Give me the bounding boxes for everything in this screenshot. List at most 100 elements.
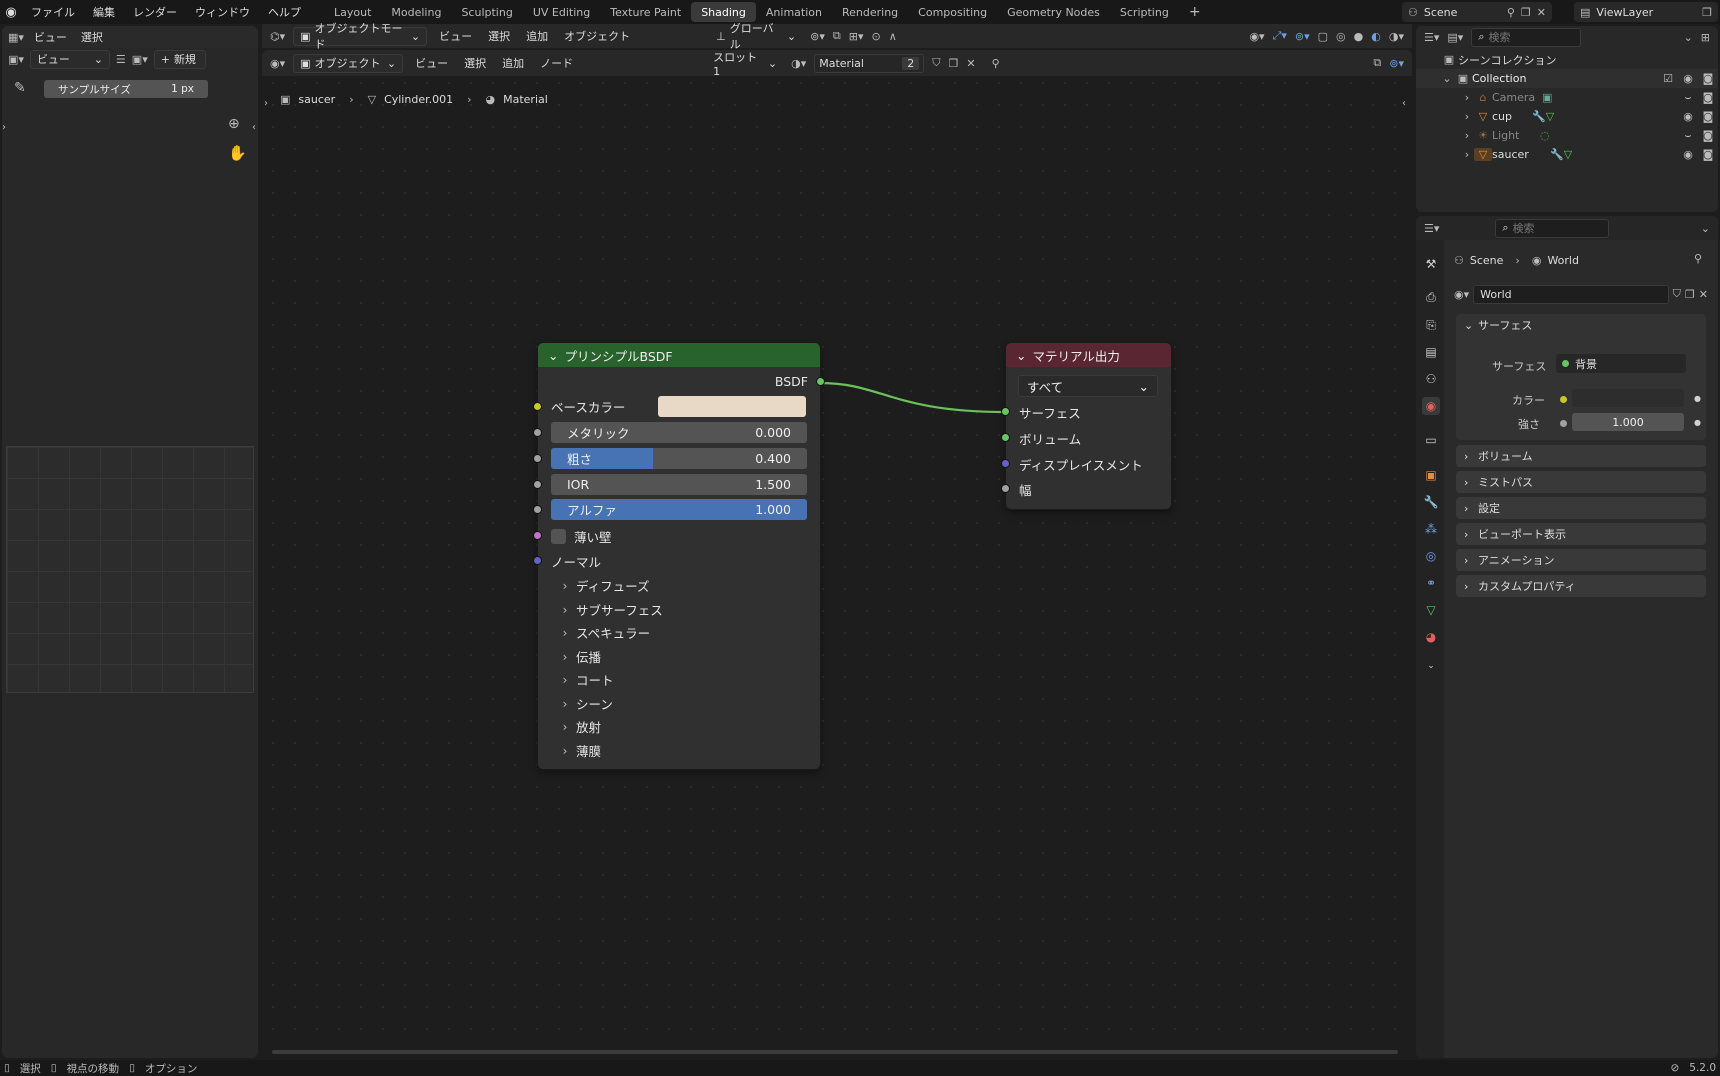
snap-icon[interactable]: ⧉ bbox=[833, 29, 841, 43]
menu-help[interactable]: ヘルプ bbox=[259, 0, 310, 24]
menu-select[interactable]: 選択 bbox=[77, 29, 107, 45]
snap-target-icon[interactable]: ⊞▾ bbox=[849, 30, 864, 43]
image-icon[interactable]: ▣▾ bbox=[132, 53, 148, 66]
crumb-scene[interactable]: Scene bbox=[1470, 254, 1504, 267]
properties-search[interactable]: ⌕ 検索 bbox=[1495, 218, 1610, 238]
base-color-swatch[interactable] bbox=[658, 396, 806, 417]
panel-diffuse[interactable]: › ディフューズ bbox=[538, 574, 820, 596]
tab-sculpting[interactable]: Sculpting bbox=[451, 2, 522, 22]
chevron-down-icon[interactable]: ⌄ bbox=[1440, 72, 1454, 85]
object-tab-icon[interactable]: ▣ bbox=[1422, 466, 1440, 484]
panel-emission[interactable]: › 放射 bbox=[538, 715, 820, 737]
duplicate-icon[interactable]: ❐ bbox=[1702, 6, 1712, 19]
color-socket-dot[interactable] bbox=[1560, 396, 1567, 403]
base-color-socket[interactable] bbox=[533, 402, 542, 411]
tab-layout[interactable]: Layout bbox=[324, 2, 381, 22]
chevron-right-icon[interactable]: › bbox=[1460, 148, 1474, 161]
collapse-chevron-icon[interactable]: ⌄ bbox=[1016, 348, 1026, 363]
metallic-field[interactable]: メタリック 0.000 bbox=[551, 422, 807, 443]
camera-render-icon[interactable]: ◙ bbox=[1698, 72, 1718, 85]
render-tab-icon[interactable]: ⎙ bbox=[1422, 288, 1440, 306]
ior-socket[interactable] bbox=[533, 480, 542, 489]
menu-add[interactable]: 追加 bbox=[522, 28, 552, 44]
tab-compositing[interactable]: Compositing bbox=[908, 2, 997, 22]
menu-view[interactable]: ビュー bbox=[30, 29, 71, 45]
fake-user-shield-icon[interactable]: ⛉ bbox=[1673, 287, 1681, 301]
keyframe-dot[interactable]: ● bbox=[1694, 418, 1701, 427]
target-dropdown[interactable]: すべて ⌄ bbox=[1018, 375, 1158, 397]
menu-file[interactable]: ファイル bbox=[22, 0, 84, 24]
data-tab-icon[interactable]: ▽ bbox=[1422, 601, 1440, 619]
section-custom-properties[interactable]: › カスタムプロパティ bbox=[1456, 575, 1706, 597]
tab-texture-paint[interactable]: Texture Paint bbox=[600, 2, 691, 22]
scene-selector[interactable]: ⚇ Scene ⚲ ❐ ✕ bbox=[1402, 2, 1552, 22]
unlink-close-icon[interactable]: ✕ bbox=[1699, 288, 1708, 301]
mode-dropdown[interactable]: ▣ オブジェクトモード ⌄ bbox=[293, 22, 428, 51]
expand-arrow-icon[interactable]: › bbox=[2, 122, 6, 133]
color-swatch[interactable] bbox=[1572, 389, 1684, 407]
keyframe-dot[interactable]: ● bbox=[1694, 394, 1701, 403]
camera-render-icon[interactable]: ◙ bbox=[1698, 148, 1718, 161]
thin-wall-checkbox[interactable] bbox=[551, 528, 566, 544]
panel-subsurface[interactable]: › サブサーフェス bbox=[538, 598, 820, 620]
world-name-field[interactable]: World bbox=[1473, 284, 1669, 304]
roughness-socket[interactable] bbox=[533, 454, 542, 463]
pin-icon[interactable]: ⚲ bbox=[1507, 6, 1515, 19]
tab-animation[interactable]: Animation bbox=[756, 2, 832, 22]
gizmo-icon[interactable]: ⤢▾ bbox=[1273, 29, 1287, 43]
world-tab-icon[interactable]: ◉ bbox=[1422, 397, 1440, 415]
pin-icon[interactable]: ⚲ bbox=[1694, 252, 1702, 265]
section-animation[interactable]: › アニメーション bbox=[1456, 549, 1706, 571]
outliner-search[interactable]: ⌕ 検索 bbox=[1471, 27, 1582, 47]
duplicate-icon[interactable]: ❐ bbox=[1521, 6, 1531, 19]
section-settings[interactable]: › 設定 bbox=[1456, 497, 1706, 519]
panel-coat[interactable]: › コート bbox=[538, 668, 820, 690]
output-tab-icon[interactable]: ⎘ bbox=[1422, 316, 1440, 334]
eye-hidden-icon[interactable]: ⌣ bbox=[1678, 129, 1698, 143]
menu-view[interactable]: ビュー bbox=[435, 28, 476, 44]
strength-field[interactable]: 1.000 bbox=[1572, 413, 1684, 431]
ior-field[interactable]: IOR 1.500 bbox=[551, 474, 807, 495]
wireframe-shading-icon[interactable]: ◎ bbox=[1336, 30, 1346, 43]
panel-transmission[interactable]: › 伝播 bbox=[538, 645, 820, 667]
section-volume[interactable]: › ボリューム bbox=[1456, 445, 1706, 467]
editor-type-icon[interactable]: ▦▾ bbox=[8, 31, 24, 44]
eye-icon[interactable]: ◉ bbox=[1678, 148, 1698, 161]
menu-render[interactable]: レンダー bbox=[124, 0, 186, 24]
display-mode-icon[interactable]: ▤▾ bbox=[1447, 31, 1463, 44]
section-viewport-display[interactable]: › ビューポート表示 bbox=[1456, 523, 1706, 545]
pivot-icon[interactable]: ⊚▾ bbox=[810, 30, 825, 43]
chevron-right-icon[interactable]: › bbox=[1460, 110, 1474, 123]
camera-render-icon[interactable]: ◙ bbox=[1698, 91, 1718, 104]
world-selector[interactable]: ◉▾ World ⛉ ❐ ✕ bbox=[1454, 284, 1708, 304]
eye-icon[interactable]: ◉ bbox=[1678, 72, 1698, 85]
output-node-header[interactable]: ⌄ マテリアル出力 bbox=[1006, 343, 1171, 367]
xray-icon[interactable]: ▢ bbox=[1318, 30, 1328, 43]
horizontal-scrollbar[interactable] bbox=[272, 1050, 1398, 1054]
view-dropdown[interactable]: ビュー ⌄ bbox=[29, 49, 110, 69]
menu-edit[interactable]: 編集 bbox=[84, 0, 124, 24]
alpha-field[interactable]: アルファ 1.000 bbox=[551, 499, 807, 520]
alpha-socket[interactable] bbox=[533, 505, 542, 514]
mode-icon[interactable]: ▣▾ bbox=[8, 53, 24, 66]
new-collection-icon[interactable]: ⊞ bbox=[1701, 31, 1710, 44]
chevron-right-icon[interactable]: › bbox=[1460, 129, 1474, 142]
roughness-field[interactable]: 粗さ 0.400 bbox=[551, 448, 807, 469]
editor-type-icon[interactable]: ☰▾ bbox=[1424, 31, 1439, 44]
panel-thin-film[interactable]: › 薄膜 bbox=[538, 739, 820, 761]
chevron-right-icon[interactable]: › bbox=[1460, 91, 1474, 104]
rendered-shading-icon[interactable]: ◑▾ bbox=[1389, 30, 1404, 43]
collection-row[interactable]: ⌄ ▣ Collection ☑ ◉ ◙ bbox=[1416, 69, 1718, 88]
orientation-dropdown[interactable]: ⊥ グローバル ⌄ bbox=[710, 22, 802, 51]
strength-socket-dot[interactable] bbox=[1560, 420, 1567, 427]
camera-render-icon[interactable]: ◙ bbox=[1698, 129, 1718, 142]
collapse-chevron-icon[interactable]: ⌄ bbox=[548, 348, 558, 363]
pan-hand-icon[interactable]: ✋ bbox=[228, 144, 247, 162]
options-chevron-icon[interactable]: ⌄ bbox=[1701, 222, 1710, 235]
metallic-socket[interactable] bbox=[533, 428, 542, 437]
material-output-node[interactable]: ⌄ マテリアル出力 すべて ⌄ サーフェス ボリューム ディスプレイスメント 幅 bbox=[1001, 343, 1171, 509]
particles-tab-icon[interactable]: ⁂ bbox=[1422, 520, 1440, 538]
sample-size-field[interactable]: サンプルサイズ 1 px bbox=[44, 80, 208, 98]
editor-type-icon[interactable]: ⌬▾ bbox=[270, 30, 285, 43]
outliner-item-saucer[interactable]: › ▽ saucer 🔧 ▽ ◉ ◙ bbox=[1416, 145, 1718, 164]
